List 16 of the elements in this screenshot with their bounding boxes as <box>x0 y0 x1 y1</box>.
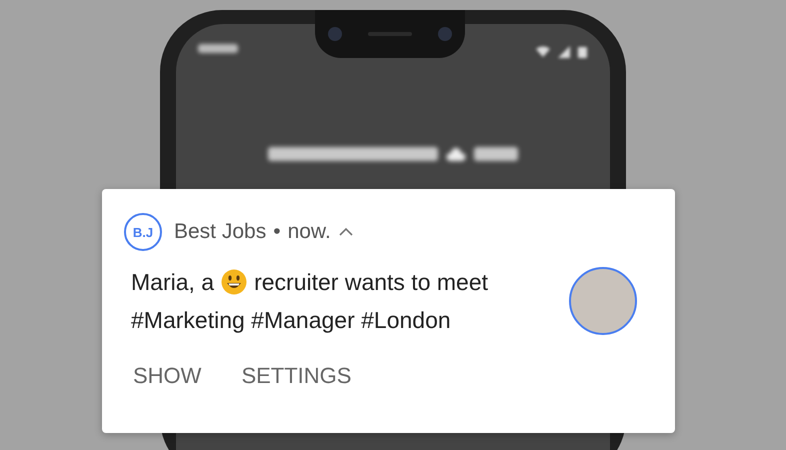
cloud-icon <box>446 146 466 162</box>
blurred-status-time <box>198 44 238 53</box>
notification-time: now. <box>288 220 331 244</box>
status-icons <box>534 44 590 60</box>
separator-dot: • <box>273 220 281 244</box>
camera-lens <box>328 27 342 41</box>
action-button[interactable]: SETTINGS <box>239 361 354 391</box>
action-button[interactable]: SHOW <box>131 361 204 391</box>
app-icon: B.J <box>124 213 162 251</box>
app-name: Best Jobs <box>174 220 266 244</box>
hashtags-text: #Marketing #Manager #London <box>131 306 452 335</box>
caret-icon[interactable] <box>338 227 354 237</box>
message-text: recruiter wants to meet <box>254 268 488 297</box>
message-text: Maria, a <box>131 268 214 297</box>
smiley-icon <box>221 269 248 295</box>
camera-lens <box>438 27 452 41</box>
